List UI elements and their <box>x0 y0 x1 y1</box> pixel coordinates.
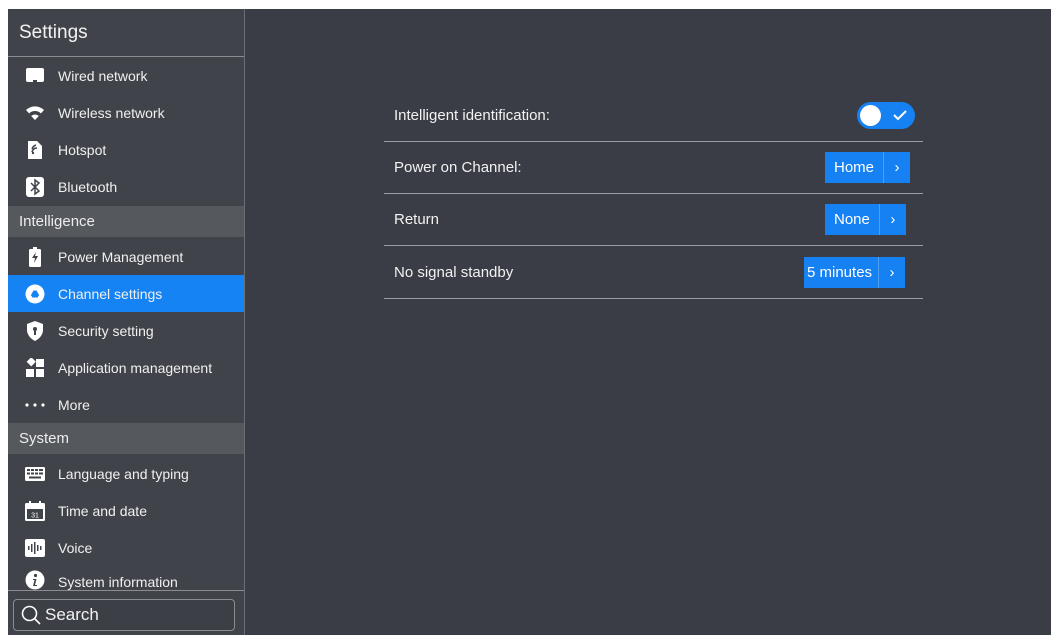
sidebar-item-label: Power Management <box>58 248 184 265</box>
sidebar-item-application-management[interactable]: Application management <box>8 349 244 386</box>
sidebar-item-more[interactable]: More <box>8 386 244 423</box>
sidebar-item-label: Channel settings <box>58 285 163 302</box>
check-icon <box>892 108 908 127</box>
sidebar-item-label: Hotspot <box>58 141 107 158</box>
sidebar-item-wireless-network[interactable]: Wireless network <box>8 94 244 131</box>
sidebar-item-label: Wired network <box>58 67 148 84</box>
no-signal-standby-button[interactable]: 5 minutes › <box>804 257 906 288</box>
apps-icon <box>25 357 45 378</box>
sidebar-item-label: Wireless network <box>58 104 165 121</box>
sidebar-item-label: Bluetooth <box>58 178 118 195</box>
monitor-icon <box>25 66 45 86</box>
keyboard-icon <box>25 464 45 484</box>
intelligent-identification-toggle[interactable] <box>857 102 915 129</box>
chevron-right-icon: › <box>890 211 896 228</box>
sidebar-item-label: Security setting <box>58 322 154 339</box>
bluetooth-icon <box>25 176 45 197</box>
button-value: None <box>834 211 870 228</box>
info-icon <box>25 570 45 590</box>
sidebar-item-system-information[interactable]: System information <box>8 566 244 590</box>
setting-label: Intelligent identification: <box>394 107 550 124</box>
setting-row-intelligent-identification: Intelligent identification: <box>384 90 923 142</box>
voice-icon <box>25 538 45 558</box>
sidebar-divider <box>8 590 244 591</box>
section-intelligence: Intelligence <box>8 206 244 237</box>
power-on-channel-button[interactable]: Home › <box>825 152 911 183</box>
setting-label: Power on Channel: <box>394 159 522 176</box>
sidebar-item-label: System information <box>58 574 178 590</box>
chevron-right-icon: › <box>889 264 895 281</box>
sidebar-item-hotspot[interactable]: Hotspot <box>8 131 244 168</box>
search-icon <box>21 605 41 625</box>
button-value: Home <box>834 159 875 176</box>
sidebar-item-label: More <box>58 396 90 413</box>
calendar-day: 31 <box>31 512 39 519</box>
toggle-knob <box>860 105 881 126</box>
shield-icon <box>25 320 45 341</box>
chevron-right-icon: › <box>894 159 900 176</box>
sidebar-item-label: Voice <box>58 539 93 556</box>
sidebar-item-label: Time and date <box>58 502 147 519</box>
button-value: 5 minutes <box>807 264 873 281</box>
sidebar-item-security-setting[interactable]: Security setting <box>8 312 244 349</box>
section-system: System <box>8 423 244 454</box>
sidebar-item-voice[interactable]: Voice <box>8 529 244 566</box>
setting-label: No signal standby <box>394 264 514 281</box>
search-input[interactable]: Search <box>13 599 235 631</box>
settings-window: Settings Wired network Wireless network … <box>8 9 1051 635</box>
sidebar-item-label: Application management <box>58 359 213 376</box>
sidebar-item-bluetooth[interactable]: Bluetooth <box>8 168 244 205</box>
sidebar-item-wired-network[interactable]: Wired network <box>8 57 244 94</box>
setting-row-return: Return None › <box>384 194 923 246</box>
setting-row-power-on-channel: Power on Channel: Home › <box>384 142 923 194</box>
channel-icon <box>25 284 45 304</box>
wifi-icon <box>25 103 45 123</box>
sidebar: Settings Wired network Wireless network … <box>8 9 245 635</box>
sidebar-item-language-and-typing[interactable]: Language and typing <box>8 455 244 492</box>
channel-settings-panel: Intelligent identification: Power on Cha… <box>246 9 1051 635</box>
setting-label: Return <box>394 211 440 228</box>
hotspot-icon <box>25 140 45 160</box>
sidebar-item-time-and-date[interactable]: 31 Time and date <box>8 492 244 529</box>
sidebar-title: Settings <box>8 9 244 57</box>
calendar-icon: 31 <box>25 500 45 521</box>
return-button[interactable]: None › <box>825 204 906 235</box>
battery-icon <box>25 246 45 267</box>
sidebar-item-label: Language and typing <box>58 465 189 482</box>
more-icon <box>25 395 45 415</box>
search-placeholder: Search <box>45 605 99 624</box>
sidebar-item-power-management[interactable]: Power Management <box>8 238 244 275</box>
sidebar-item-channel-settings[interactable]: Channel settings <box>8 275 244 312</box>
setting-row-no-signal-standby: No signal standby 5 minutes › <box>384 247 923 299</box>
